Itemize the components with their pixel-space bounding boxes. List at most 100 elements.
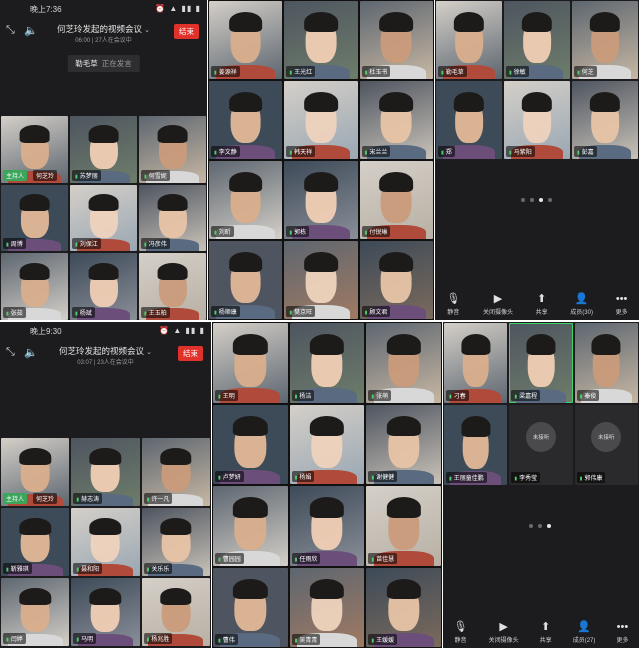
video-tile[interactable]: ▮ 杨娟 (289, 404, 365, 484)
video-tile[interactable]: ▮ 梁嘉程 (509, 323, 573, 403)
video-tile[interactable]: ▮ 何芝 (572, 1, 638, 79)
video-tile[interactable]: ▮ 宋兰兰 (359, 81, 433, 159)
video-tile[interactable]: ▮ 何雪妮 (139, 116, 206, 183)
participant-hair (228, 11, 263, 33)
video-tile[interactable]: ▮ 张萌 (366, 323, 441, 403)
participant-hair (233, 578, 268, 600)
participant-hair (386, 415, 421, 437)
video-tile[interactable]: ▮ 闫婷 (1, 578, 70, 646)
chevron-down-icon: ⌄ (144, 27, 150, 34)
video-tile[interactable]: ▮ 谢健健 (366, 404, 441, 484)
video-tile[interactable]: ▮ 王明 (213, 323, 288, 403)
toolbar-label: 更多 (615, 310, 628, 316)
video-tile[interactable]: ▮ 王媛媛 (366, 567, 441, 647)
video-tile[interactable]: ▮ 李文静 (209, 81, 283, 159)
video-tile[interactable]: 主持人 何芝玲 (1, 116, 68, 183)
video-tile[interactable]: ▮ 刘昕 (209, 161, 283, 239)
page-dots[interactable] (529, 524, 551, 528)
video-tile[interactable]: ▮ 曹园园 (213, 486, 288, 566)
participant-name-text: 徐敏 (513, 70, 526, 76)
video-tile[interactable]: ▮ 王光红 (284, 1, 358, 79)
participant-hair (521, 91, 553, 113)
toolbar-button[interactable]: 🎙 静音 (454, 622, 468, 645)
video-tile[interactable]: ▮ 杨顺康 (209, 241, 283, 319)
page-dots[interactable] (521, 198, 552, 202)
video-tile[interactable]: ▮ 马紫阳 (504, 81, 570, 159)
participant-name: ▮ 周博 (3, 238, 26, 250)
toolbar-button[interactable]: ▶ 关闭摄像头 (489, 622, 519, 645)
video-tile[interactable]: ▮ 樊京旺 (284, 241, 358, 319)
video-tile[interactable]: ▮ 郭栋 (284, 161, 358, 239)
toolbar-label: 成员(27) (572, 638, 596, 644)
video-tile[interactable]: ▮ 王玉柏 (139, 253, 206, 320)
video-tile[interactable]: ▮ 韩天祥 (284, 81, 358, 159)
participant-hair (160, 587, 192, 606)
video-tile[interactable]: ▮ 曹伟 (213, 567, 288, 647)
toolbar-button[interactable]: ••• 更多 (616, 622, 628, 645)
video-grid: 主持人 何芝玲 ▮ 赫志涛 ▮ 许一凡 ▮ 靳雅琪 ▮ 聂和阳 ▮ 关乐乐 ▮ 闫婷 ▮ 马明 ▮ 杨兆胜 (1, 438, 210, 646)
video-tile[interactable]: ▮ 勒毛草 (436, 1, 502, 79)
video-tile[interactable]: ▮ 付锐琳 (359, 161, 433, 239)
participant-name: ▮ 冯彦伟 (141, 238, 170, 250)
participant-name-text: 樊京旺 (294, 310, 313, 316)
video-tile[interactable]: ▮ 赫志涛 (71, 438, 140, 506)
participant-hair (160, 517, 192, 536)
toolbar-button[interactable]: ⬆ 共享 (540, 622, 552, 645)
toolbar-button[interactable]: 🎙 静音 (446, 294, 460, 317)
participant-hair (461, 416, 491, 437)
video-tile[interactable]: ▮ 刘保江 (70, 184, 137, 252)
toolbar-button[interactable]: ⬆ 共享 (536, 294, 548, 317)
participant-hair (589, 11, 621, 33)
video-tile[interactable]: ▮ 许一凡 (141, 438, 210, 506)
video-tile[interactable]: ▮ 顾文君 (359, 241, 433, 319)
end-meeting-button[interactable]: 结束 (174, 24, 199, 39)
video-tile[interactable]: ▮ 马明 (71, 578, 140, 646)
video-tile[interactable]: ▮ 张茹 (1, 253, 68, 320)
video-tile[interactable]: ▮ 聂和阳 (71, 508, 140, 576)
participant-hair (228, 251, 263, 273)
video-tile[interactable]: 主持人 何芝玲 (1, 438, 70, 506)
participant-name-text: 吴青青 (299, 638, 318, 644)
video-tile[interactable]: ▮ 郑 (436, 81, 502, 159)
participant-hair (453, 11, 485, 33)
participant-hair (379, 251, 414, 273)
end-meeting-button[interactable]: 结束 (178, 346, 203, 361)
video-tile[interactable]: 未接听 ▮ 李秀莹 (509, 405, 573, 485)
participant-name: ▮ 马紫阳 (506, 146, 535, 157)
video-tile[interactable]: ▮ 徐敏 (504, 1, 570, 79)
toolbar-button[interactable]: ▶ 关闭摄像头 (483, 294, 513, 317)
video-tile[interactable]: 未接听 ▮ 郭伟康 (574, 405, 638, 485)
video-tile[interactable]: ▮ 苗佳慧 (366, 486, 441, 566)
video-tile[interactable]: ▮ 任雨欣 (289, 486, 365, 566)
video-tile[interactable]: ▮ 靳雅琪 (1, 508, 70, 576)
mic-icon: ▮ (371, 556, 375, 563)
video-tile[interactable]: ▮ 冯彦伟 (139, 184, 206, 252)
toolbar-button[interactable]: ••• 更多 (615, 294, 628, 317)
mic-icon: ▮ (214, 310, 217, 316)
toolbar-button[interactable]: 👤 成员(27) (572, 622, 596, 645)
mic-icon: ▮ (449, 476, 452, 482)
video-tile[interactable]: ▮ 杨兆胜 (141, 578, 210, 646)
meeting-screen-4: 晚上9:30 ⏰ ▲ ▮▮ ▮ ⤡ 🔈 何芝玲发起的视频会议 ⌄ 03:07 | … (0, 322, 211, 648)
video-tile[interactable]: ▮ 秦俊 (574, 323, 638, 403)
video-tile[interactable]: ▮ 王丽童佳鹏 (444, 405, 508, 485)
mic-icon: ▮ (218, 556, 221, 563)
participant-name-text: 杨兆胜 (151, 637, 170, 643)
video-tile[interactable]: ▮ 杨斌 (70, 253, 137, 320)
video-tile[interactable]: ▮ 刁春 (444, 323, 508, 403)
status-bar: 晚上7:36 ⏰ ▲ ▮▮ ▮ (0, 2, 207, 16)
video-tile[interactable]: ▮ 吴青青 (289, 567, 365, 647)
status-icons: ⏰ ▲ ▮▮ ▮ (155, 4, 201, 13)
video-tile[interactable]: ▮ 姜源祥 (209, 1, 283, 79)
participant-name-text: 杨顺康 (218, 310, 237, 316)
video-tile[interactable]: ▮ 苏梦丽 (70, 116, 137, 183)
participant-name-text: 付锐琳 (369, 230, 388, 236)
participant-hair (89, 517, 122, 536)
video-tile[interactable]: ▮ 杜玉书 (359, 1, 433, 79)
video-tile[interactable]: ▮ 关乐乐 (141, 508, 210, 576)
video-tile[interactable]: ▮ 彭嘉 (572, 81, 638, 159)
video-tile[interactable]: ▮ 杨洁 (289, 323, 365, 403)
video-tile[interactable]: ▮ 卢梦妍 (213, 404, 288, 484)
toolbar-button[interactable]: 👤 成员(30) (570, 294, 593, 317)
video-tile[interactable]: ▮ 周博 (1, 184, 68, 252)
